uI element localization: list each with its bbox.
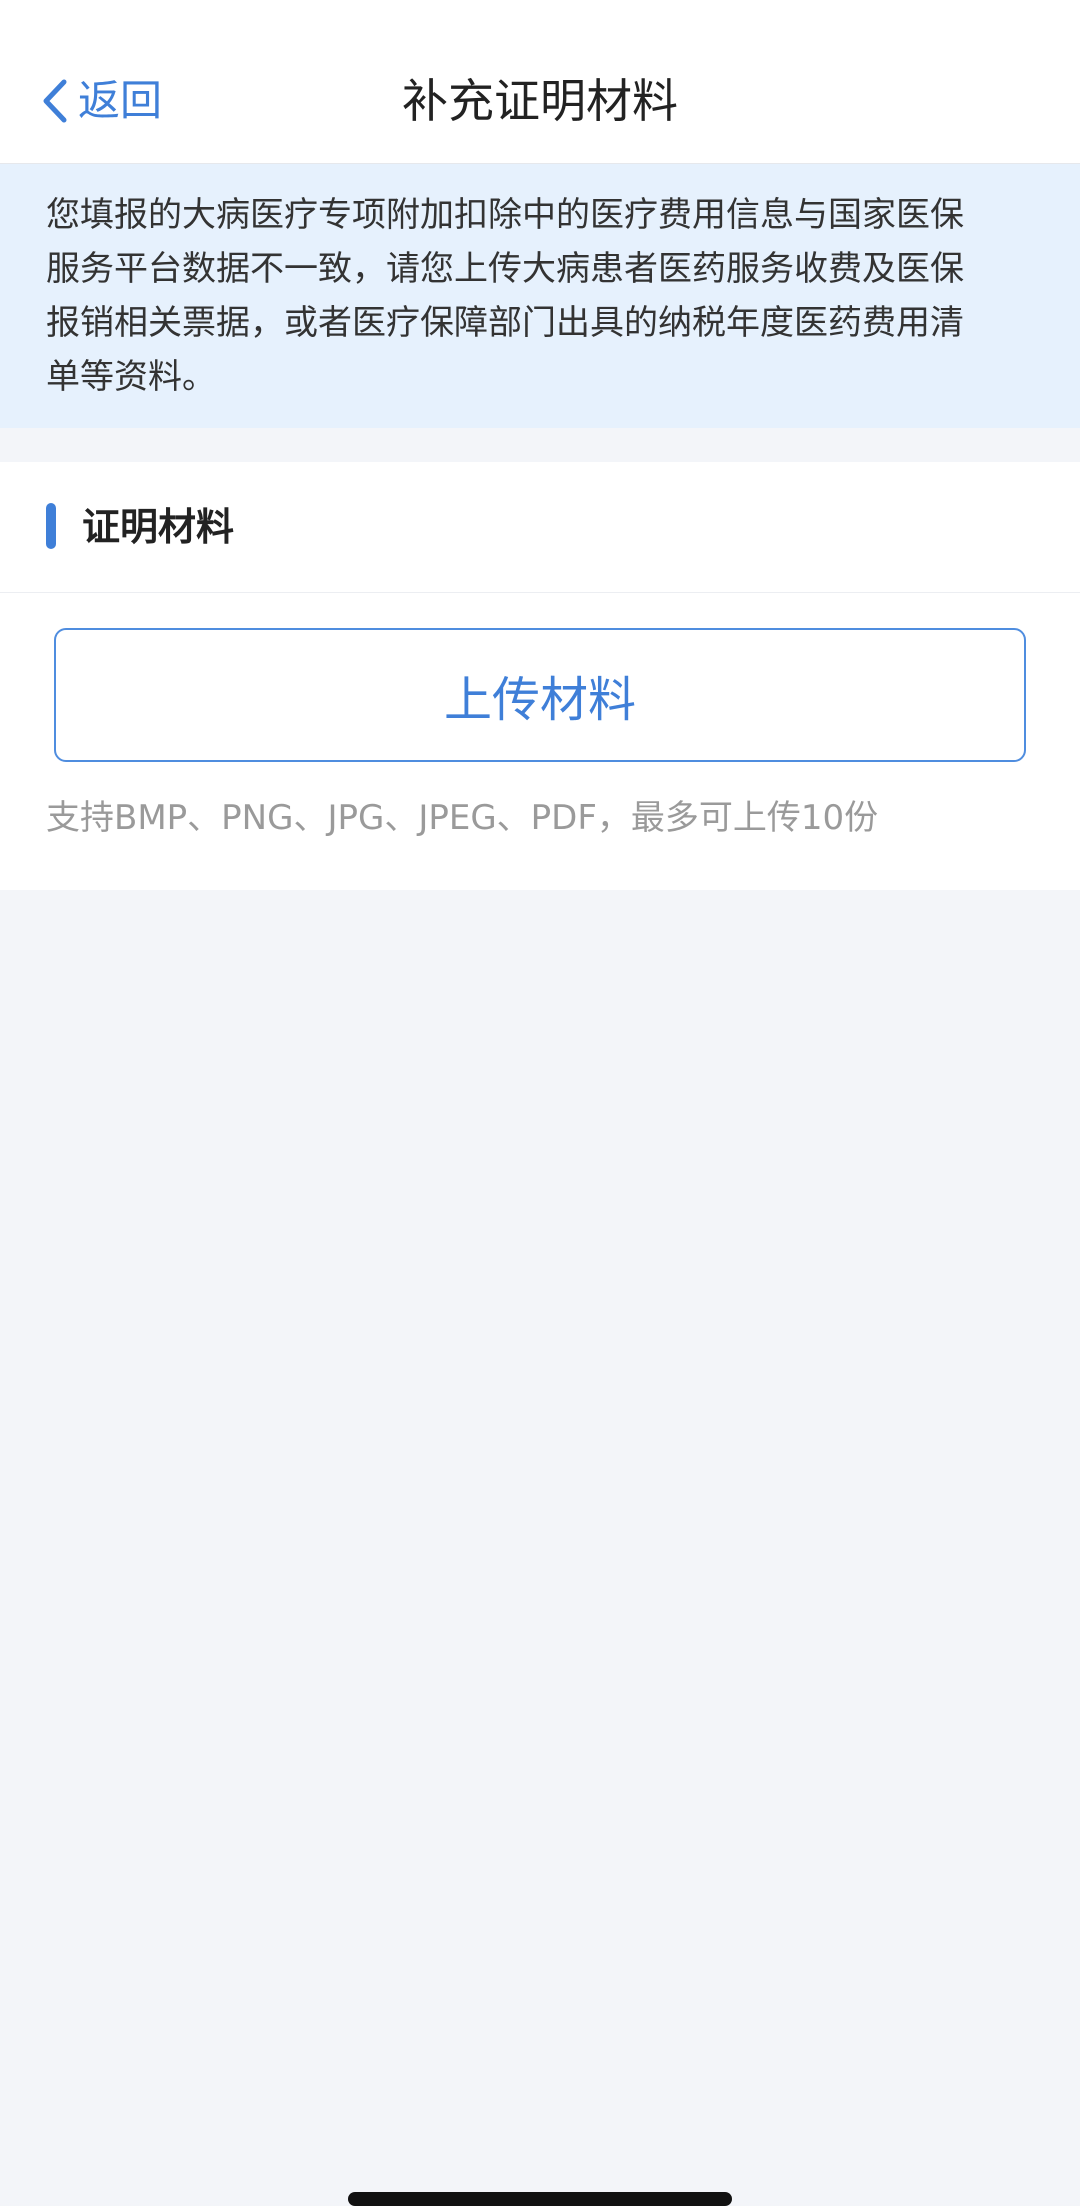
- materials-card: 证明材料 上传材料 支持BMP、PNG、JPG、JPEG、PDF，最多可上传10…: [0, 462, 1080, 890]
- section-header: 证明材料: [0, 462, 1080, 593]
- chevron-left-icon: [40, 76, 70, 126]
- notice-line: 服务平台数据不一致，请您上传大病患者医药服务收费及医保: [46, 249, 964, 289]
- notice-line: 单等资料。: [46, 357, 216, 397]
- notice-line: 报销相关票据，或者医疗保障部门出具的纳税年度医药费用清: [46, 303, 964, 343]
- upload-hint: 支持BMP、PNG、JPG、JPEG、PDF，最多可上传10份: [46, 798, 879, 838]
- home-indicator: [348, 2192, 732, 2206]
- section-title: 证明材料: [82, 505, 235, 549]
- upload-button-label: 上传材料: [443, 672, 636, 728]
- navigation-bar: 返回 补充证明材料: [0, 0, 1080, 164]
- section-accent-bar: [46, 503, 56, 549]
- back-label: 返回: [78, 76, 163, 125]
- notice-banner: 您填报的大病医疗专项附加扣除中的医疗费用信息与国家医保 服务平台数据不一致，请您上…: [0, 164, 1080, 428]
- upload-materials-button[interactable]: 上传材料: [54, 628, 1026, 762]
- notice-line: 您填报的大病医疗专项附加扣除中的医疗费用信息与国家医保: [46, 195, 964, 235]
- back-button[interactable]: 返回: [40, 68, 162, 134]
- notice-text: 您填报的大病医疗专项附加扣除中的医疗费用信息与国家医保 服务平台数据不一致，请您上…: [46, 188, 1036, 404]
